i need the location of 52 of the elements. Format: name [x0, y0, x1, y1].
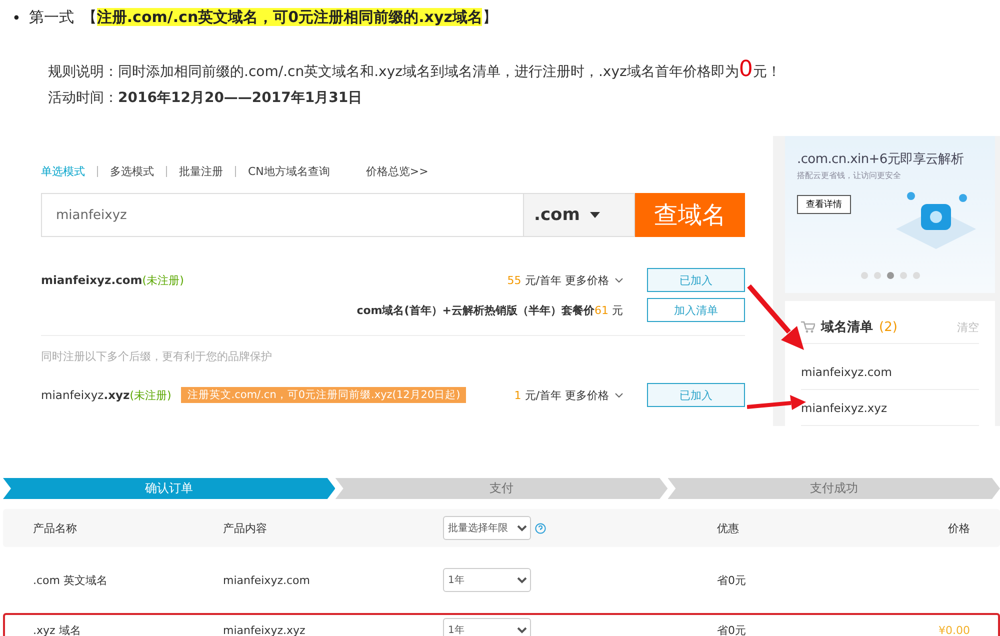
table-cell-text: 省0元 [717, 572, 747, 588]
price-text: 1 元/首年 更多价格 [514, 388, 609, 402]
column-header: 价格 [947, 520, 970, 536]
cart-icon [801, 321, 815, 333]
bullet: • [12, 8, 21, 26]
column-header: 产品名称 [33, 520, 78, 536]
bundle-price: com域名(首年）+云解析热销版（半年）套餐价61 元 [356, 302, 623, 318]
mode-tab[interactable]: 批量注册 [179, 164, 223, 178]
caret-icon [590, 212, 600, 218]
chevron-down-icon[interactable] [615, 392, 623, 398]
mode-tab[interactable]: 多选模式 [110, 164, 154, 178]
domain-input[interactable]: mianfeixyz [41, 193, 523, 237]
hint-text: 同时注册以下多个后缀，更有利于您的品牌保护 [41, 348, 272, 364]
chevron-down-icon[interactable] [615, 278, 623, 282]
period-text: 活动时间：2016年12月20——2017年1月31日 [47, 89, 364, 108]
table-cell-text: mianfeixyz.com [223, 574, 311, 586]
table-cell-text: 省0元 [717, 622, 747, 636]
cart-item: mianfeixyz.com [801, 354, 979, 390]
help-icon[interactable] [535, 522, 546, 534]
suffix-dropdown[interactable]: .com [523, 193, 635, 237]
carousel-dot[interactable] [912, 272, 920, 279]
arrow [747, 284, 805, 352]
table-cell-text: ¥0.00 [938, 624, 970, 636]
price-overview-link[interactable]: 价格总览>> [366, 164, 428, 178]
column-header: 产品内容 [223, 520, 268, 536]
column-header: 优惠 [717, 520, 740, 536]
carousel-dot[interactable] [886, 272, 894, 279]
carousel-dot[interactable] [900, 272, 906, 279]
heading-label: 第一式 [28, 8, 74, 27]
ad-title: .com.cn.xin+6元即享云解析 [797, 151, 965, 168]
status-text: (未注册) [142, 272, 184, 288]
domain-name: mianfeixyz.com [41, 273, 142, 287]
price-text: 55 元/首年 更多价格 [507, 272, 609, 288]
details-button[interactable]: 查看详情 [797, 195, 851, 214]
carousel-dot[interactable] [860, 272, 868, 279]
promo-banner: 注册英文.com/.cn，可0元注册同前缀.xyz(12月20日起) [181, 387, 466, 403]
status-text: (未注册) [130, 388, 172, 402]
cart-item: mianfeixyz.xyz [801, 390, 979, 426]
rule-text: 规则说明：同时添加相同前缀的.com/.cn英文域名和.xyz域名到域名清单，进行注册时，.xyz域名首年价格即为0元！ [47, 57, 782, 84]
table-cell-text: mianfeixyz.xyz [223, 624, 306, 636]
domain-name: mianfeixyz.xyz [41, 388, 130, 402]
table-cell-text: .xyz 域名 [33, 622, 82, 636]
ad-subtitle: 搭配云更省钱，让访问更安全 [797, 170, 902, 181]
term-select[interactable]: 1年 [443, 618, 531, 636]
term-select[interactable]: 批量选择年限 [443, 516, 531, 540]
mode-tab[interactable]: CN地方域名查询 [248, 164, 330, 178]
cart-count: (2) [879, 320, 898, 334]
cart-title: 域名清单 [821, 319, 873, 336]
carousel-dot[interactable] [874, 272, 880, 279]
table-cell-text: .com 英文域名 [33, 572, 108, 588]
term-select[interactable]: 1年 [443, 568, 531, 592]
ad-banner[interactable]: .com.cn.xin+6元即享云解析 搭配云更省钱，让访问更安全 查看详情 [785, 136, 995, 293]
